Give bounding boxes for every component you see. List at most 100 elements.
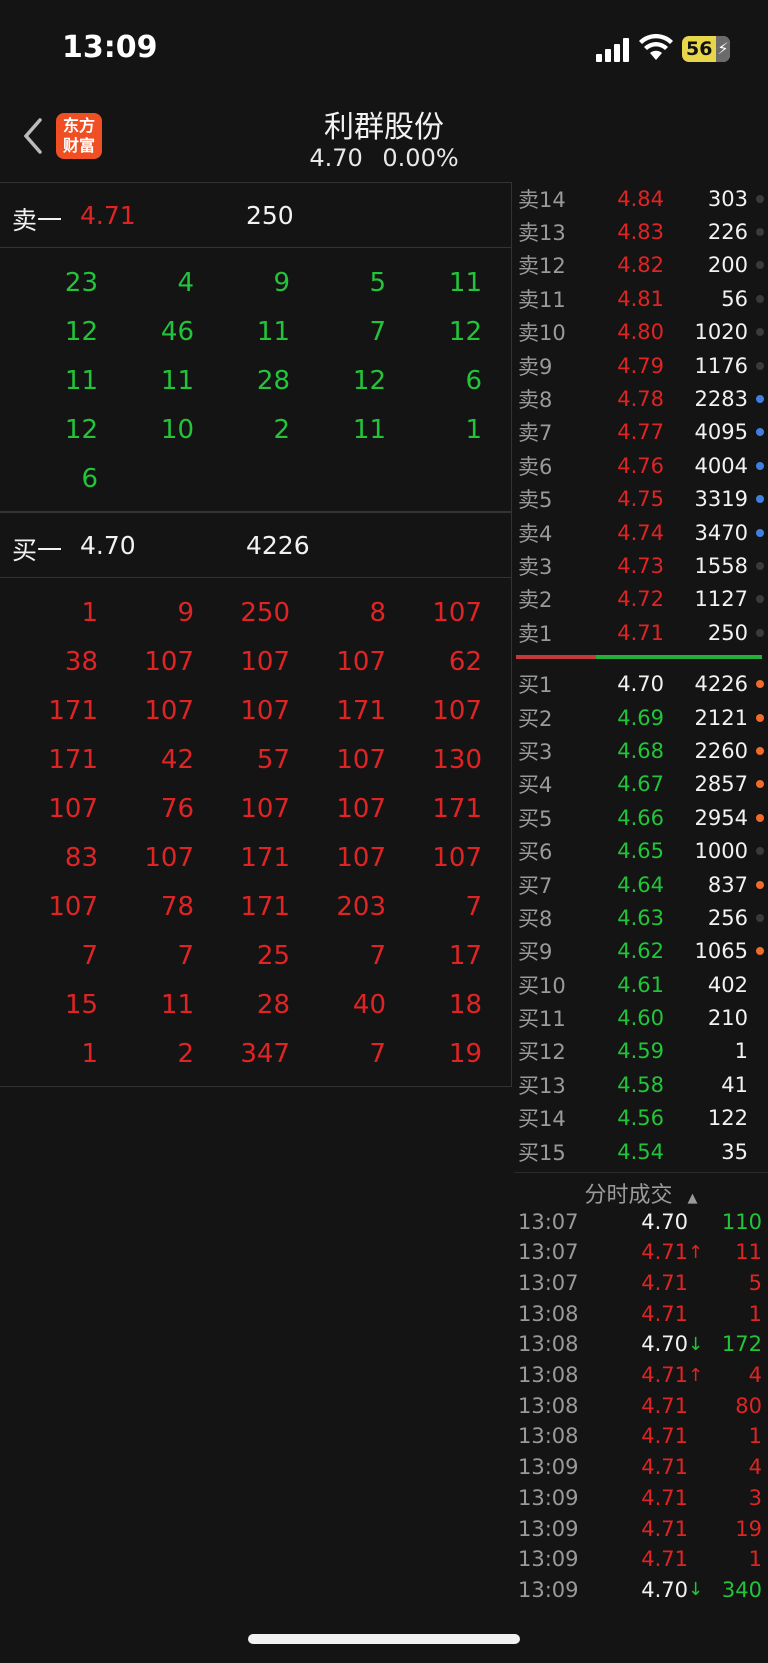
- trade-time: 13:08: [518, 1332, 579, 1357]
- bid-row[interactable]: 买7 4.64 837: [514, 868, 768, 901]
- status-bar: 13:09 56 ⚡: [0, 0, 768, 96]
- ask-price: 4.79: [617, 353, 664, 378]
- bid-level: 买5: [518, 806, 553, 831]
- bid-row[interactable]: 买10 4.61 402: [514, 968, 768, 1001]
- ask-volume: 250: [707, 620, 748, 645]
- ask-row[interactable]: 卖12 4.82 200: [514, 249, 768, 282]
- bid-level: 买10: [518, 973, 566, 998]
- home-indicator[interactable]: [248, 1634, 520, 1644]
- queue-cell: 107: [336, 744, 386, 775]
- ask-volume: 56: [721, 286, 748, 311]
- ask-row[interactable]: 卖7 4.77 4095: [514, 416, 768, 449]
- ask-row[interactable]: 卖4 4.74 3470: [514, 516, 768, 549]
- ask-row[interactable]: 卖14 4.84 303: [514, 182, 768, 215]
- bid-row[interactable]: 买13 4.58 41: [514, 1068, 768, 1101]
- ask-row[interactable]: 卖1 4.71 250: [514, 616, 768, 649]
- ask-row[interactable]: 卖5 4.75 3319: [514, 483, 768, 516]
- bid-row[interactable]: 买12 4.59 1: [514, 1035, 768, 1068]
- ask-price: 4.71: [617, 620, 664, 645]
- ask-volume: 200: [707, 253, 748, 278]
- trade-volume: 5: [748, 1271, 762, 1296]
- trade-volume: 11: [735, 1240, 762, 1265]
- trade-price: 4.70: [641, 1332, 688, 1357]
- queue-cell: 171: [336, 695, 386, 726]
- bid-level: 买9: [518, 940, 553, 965]
- trades-header[interactable]: 分时成交 ▲: [514, 1172, 768, 1208]
- level2-queue-panel: 卖一 4.71 250 23 4 9 5 11 12 46 11 7 12 11 11 28 12 6 12 1…: [0, 182, 512, 1087]
- trade-time: 13:08: [518, 1301, 579, 1326]
- trade-price: 4.71: [641, 1301, 688, 1326]
- bid-volume: 2121: [694, 705, 748, 730]
- order-dot-icon: [756, 913, 764, 922]
- ask-volume: 3470: [694, 520, 748, 545]
- queue-cell: 2: [177, 1038, 194, 1069]
- ask-row[interactable]: 卖9 4.79 1176: [514, 349, 768, 382]
- queue-cell: 107: [240, 646, 290, 677]
- bid-price: 4.64: [617, 872, 664, 897]
- bid-price: 4.70: [617, 672, 664, 697]
- stock-price: 4.70: [309, 144, 363, 172]
- trade-price: 4.70: [641, 1209, 688, 1234]
- nav-bar: 东方 财富 利群股份 4.70 0.00%: [0, 96, 768, 180]
- queue-cell: 107: [336, 793, 386, 824]
- ask-price: 4.81: [617, 286, 664, 311]
- buy-one-row[interactable]: 买一 4.70 4226: [0, 512, 512, 578]
- bid-row[interactable]: 买1 4.70 4226: [514, 667, 768, 700]
- ask-level: 卖2: [518, 588, 553, 613]
- bid-row[interactable]: 买3 4.68 2260: [514, 734, 768, 767]
- queue-cell: 42: [160, 744, 194, 775]
- ask-row[interactable]: 卖10 4.80 1020: [514, 316, 768, 349]
- ask-row[interactable]: 卖8 4.78 2283: [514, 382, 768, 415]
- queue-cell: 171: [240, 842, 290, 873]
- bid-price: 4.62: [617, 939, 664, 964]
- queue-cell: 11: [256, 316, 290, 347]
- trade-volume: 4: [748, 1363, 762, 1388]
- queue-cell: 250: [240, 597, 290, 628]
- bid-row[interactable]: 买5 4.66 2954: [514, 801, 768, 834]
- queue-cell: 7: [369, 1038, 386, 1069]
- trade-row: 13:09 4.70 ↓ 340: [514, 1575, 768, 1606]
- ask-row[interactable]: 卖11 4.81 56: [514, 282, 768, 315]
- bid-row[interactable]: 买15 4.54 35: [514, 1135, 768, 1168]
- queue-row: 1 9 250 8 107: [0, 588, 511, 637]
- trade-time: 13:08: [518, 1424, 579, 1449]
- queue-cell: 28: [256, 365, 290, 396]
- bid-row[interactable]: 买11 4.60 210: [514, 1001, 768, 1034]
- arrow-up-icon: ↑: [688, 1241, 704, 1263]
- trade-time: 13:09: [518, 1547, 579, 1572]
- order-dot-icon: [756, 561, 764, 570]
- bid-row[interactable]: 买14 4.56 122: [514, 1102, 768, 1135]
- buy-one-volume: 4226: [246, 531, 310, 560]
- trade-time: 13:07: [518, 1271, 579, 1296]
- ask-row[interactable]: 卖6 4.76 4004: [514, 449, 768, 482]
- queue-row: 11 11 28 12 6: [0, 356, 511, 405]
- bid-row[interactable]: 买6 4.65 1000: [514, 834, 768, 867]
- queue-row: 171 107 107 171 107: [0, 686, 511, 735]
- sell-one-row[interactable]: 卖一 4.71 250: [0, 182, 512, 248]
- bid-volume: 4226: [694, 672, 748, 697]
- ask-row[interactable]: 卖3 4.73 1558: [514, 549, 768, 582]
- bid-price: 4.69: [617, 705, 664, 730]
- queue-row: 15 11 28 40 18: [0, 980, 511, 1029]
- queue-cell: 5: [369, 267, 386, 298]
- trade-row: 13:09 4.71 3: [514, 1483, 768, 1514]
- order-dot-icon: [756, 361, 764, 370]
- bid-row[interactable]: 买9 4.62 1065: [514, 935, 768, 968]
- bid-row[interactable]: 买4 4.67 2857: [514, 768, 768, 801]
- bid-volume: 41: [721, 1072, 748, 1097]
- queue-row: 107 76 107 107 171: [0, 784, 511, 833]
- trade-time: 13:09: [518, 1577, 579, 1602]
- ask-level: 卖3: [518, 554, 553, 579]
- queue-cell: 12: [64, 414, 98, 445]
- trade-price: 4.71: [641, 1455, 688, 1480]
- page-title: 利群股份: [324, 110, 444, 145]
- ask-row[interactable]: 卖13 4.83 226: [514, 215, 768, 248]
- ask-price: 4.75: [617, 487, 664, 512]
- bid-volume: 2260: [694, 738, 748, 763]
- ask-row[interactable]: 卖2 4.72 1127: [514, 583, 768, 616]
- queue-cell: 6: [465, 365, 482, 396]
- trade-row: 13:08 4.71 ↑ 4: [514, 1360, 768, 1391]
- bid-row[interactable]: 买8 4.63 256: [514, 901, 768, 934]
- bid-row[interactable]: 买2 4.69 2121: [514, 701, 768, 734]
- queue-cell: 107: [432, 842, 482, 873]
